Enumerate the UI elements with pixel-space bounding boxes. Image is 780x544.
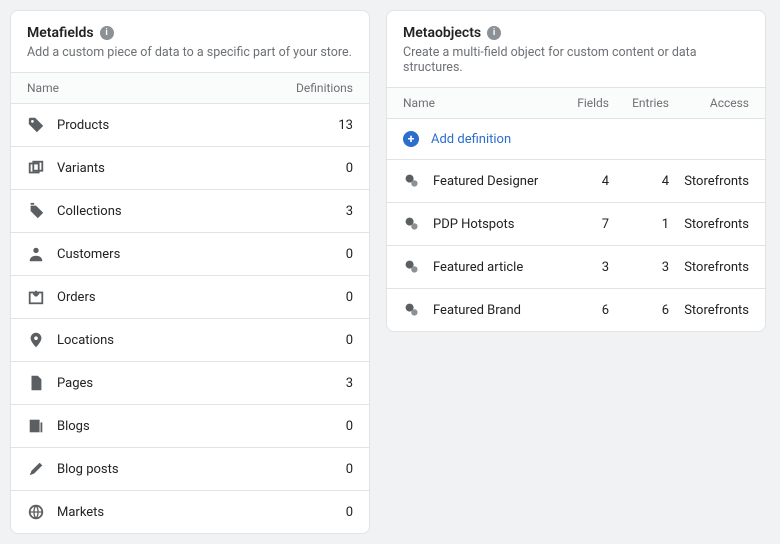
add-definition-button[interactable]: + Add definition (387, 118, 765, 159)
row-label: Customers (57, 247, 120, 262)
row-label: Pages (57, 376, 93, 391)
metaobject-icon (403, 215, 421, 233)
metafield-row-blog-posts[interactable]: Blog posts 0 (11, 447, 369, 490)
metaobjects-subtitle: Create a multi-field object for custom c… (403, 45, 749, 75)
metaobjects-title: Metaobjects (403, 25, 481, 41)
metaobjects-card: Metaobjects i Create a multi-field objec… (386, 10, 766, 332)
row-access: Storefronts (669, 217, 749, 232)
metaobjects-table-header: Name Fields Entries Access (387, 87, 765, 118)
row-entries: 4 (609, 174, 669, 189)
metaobjects-header: Metaobjects i Create a multi-field objec… (387, 11, 765, 87)
metafield-row-collections[interactable]: Collections 3 (11, 189, 369, 232)
row-def: 0 (293, 161, 353, 176)
row-def: 0 (293, 462, 353, 477)
globe-icon (27, 503, 45, 521)
page-icon (27, 374, 45, 392)
metafield-row-customers[interactable]: Customers 0 (11, 232, 369, 275)
metafield-row-orders[interactable]: Orders 0 (11, 275, 369, 318)
metafield-row-blogs[interactable]: Blogs 0 (11, 404, 369, 447)
row-label: Orders (57, 290, 96, 305)
column-definitions: Definitions (293, 81, 353, 95)
tag-icon (27, 116, 45, 134)
row-label: Locations (57, 333, 114, 348)
metaobject-row[interactable]: Featured article 3 3 Storefronts (387, 245, 765, 288)
row-access: Storefronts (669, 174, 749, 189)
row-label: Featured article (433, 260, 523, 275)
metaobject-row[interactable]: Featured Brand 6 6 Storefronts (387, 288, 765, 331)
row-entries: 1 (609, 217, 669, 232)
metaobject-icon (403, 301, 421, 319)
pin-icon (27, 331, 45, 349)
row-label: Blogs (57, 419, 90, 434)
column-name: Name (27, 81, 293, 95)
metaobject-row[interactable]: PDP Hotspots 7 1 Storefronts (387, 202, 765, 245)
row-def: 3 (293, 204, 353, 219)
plus-circle-icon: + (403, 131, 419, 147)
row-fields: 6 (559, 303, 609, 318)
row-label: Blog posts (57, 462, 119, 477)
info-icon[interactable]: i (100, 26, 114, 40)
row-entries: 3 (609, 260, 669, 275)
row-label: Featured Brand (433, 303, 521, 318)
row-label: Variants (57, 161, 105, 176)
row-label: Featured Designer (433, 174, 538, 189)
column-name: Name (403, 96, 559, 110)
row-fields: 4 (559, 174, 609, 189)
blog-icon (27, 417, 45, 435)
row-entries: 6 (609, 303, 669, 318)
metafields-table-header: Name Definitions (11, 72, 369, 103)
row-label: PDP Hotspots (433, 217, 515, 232)
row-def: 0 (293, 419, 353, 434)
column-entries: Entries (609, 96, 669, 110)
row-fields: 7 (559, 217, 609, 232)
row-def: 0 (293, 505, 353, 520)
metafield-row-locations[interactable]: Locations 0 (11, 318, 369, 361)
column-access: Access (669, 96, 749, 110)
metaobject-icon (403, 258, 421, 276)
metaobject-row[interactable]: Featured Designer 4 4 Storefronts (387, 159, 765, 202)
row-label: Markets (57, 505, 104, 520)
add-label: Add definition (431, 132, 511, 147)
orders-icon (27, 288, 45, 306)
metafield-row-products[interactable]: Products 13 (11, 103, 369, 146)
collections-icon (27, 202, 45, 220)
metafields-subtitle: Add a custom piece of data to a specific… (27, 45, 353, 60)
row-def: 13 (293, 118, 353, 133)
column-fields: Fields (559, 96, 609, 110)
metafields-card: Metafields i Add a custom piece of data … (10, 10, 370, 534)
row-def: 0 (293, 333, 353, 348)
metafield-row-pages[interactable]: Pages 3 (11, 361, 369, 404)
row-label: Collections (57, 204, 122, 219)
row-def: 3 (293, 376, 353, 391)
metafield-row-variants[interactable]: Variants 0 (11, 146, 369, 189)
variants-icon (27, 159, 45, 177)
row-fields: 3 (559, 260, 609, 275)
row-def: 0 (293, 290, 353, 305)
pencil-icon (27, 460, 45, 478)
metaobject-icon (403, 172, 421, 190)
row-access: Storefronts (669, 260, 749, 275)
row-label: Products (57, 118, 109, 133)
row-def: 0 (293, 247, 353, 262)
row-access: Storefronts (669, 303, 749, 318)
metafields-title: Metafields (27, 25, 94, 41)
person-icon (27, 245, 45, 263)
metafield-row-markets[interactable]: Markets 0 (11, 490, 369, 533)
info-icon[interactable]: i (487, 26, 501, 40)
metafields-header: Metafields i Add a custom piece of data … (11, 11, 369, 72)
